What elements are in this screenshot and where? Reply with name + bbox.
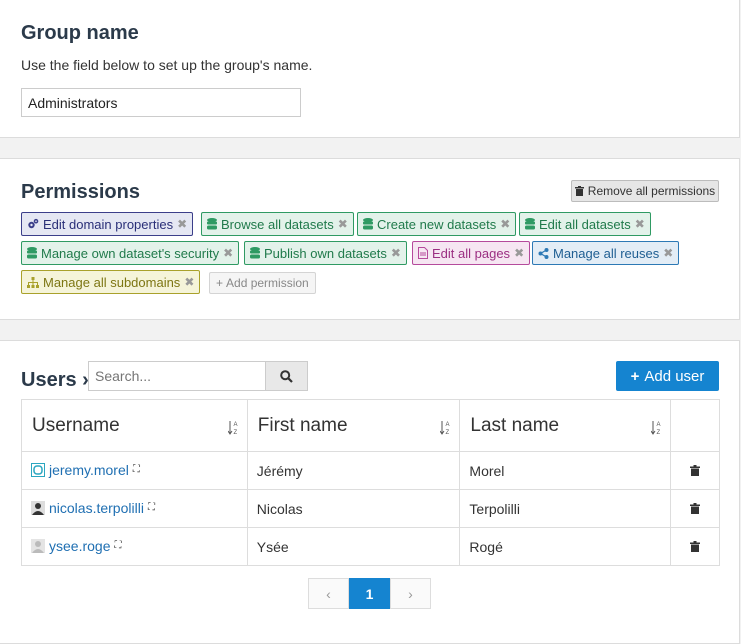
group-name-description: Use the field below to set up the group'… (21, 57, 313, 73)
trash-icon (574, 186, 584, 196)
share-icon (538, 247, 549, 259)
svg-text:Z: Z (446, 430, 450, 435)
user-link[interactable]: ysee.roge ⛶ (31, 538, 121, 554)
column-header-actions (670, 399, 720, 452)
sort-alpha-icon[interactable]: AZ (651, 420, 662, 435)
first-name-cell: Nicolas (246, 489, 461, 528)
first-name-cell: Jérémy (246, 451, 461, 490)
database-icon (250, 247, 260, 259)
trash-icon (690, 464, 701, 476)
sitemap-icon: ⛶ (132, 464, 140, 475)
database-icon (363, 218, 373, 230)
users-table: Username AZ First name AZ Last name AZ j… (21, 399, 720, 566)
svg-text:A: A (657, 422, 661, 428)
permission-tag-label: Browse all datasets (221, 216, 334, 232)
remove-icon[interactable]: ✖ (635, 217, 645, 231)
delete-user-button[interactable] (670, 451, 720, 490)
svg-text:A: A (446, 422, 450, 428)
permission-tag-label: Manage all subdomains (43, 274, 181, 290)
table-row: jeremy.morel ⛶ Jérémy Morel (21, 451, 720, 490)
permission-tag-edit-domain[interactable]: Edit domain properties ✖ (21, 212, 194, 236)
add-user-button[interactable]: + Add user (616, 361, 719, 391)
trash-icon (690, 540, 701, 552)
permission-tag-edit-datasets[interactable]: Edit all datasets ✖ (519, 212, 651, 236)
database-icon (525, 218, 535, 230)
permission-tag-label: Edit domain properties (43, 216, 174, 232)
avatar (31, 500, 45, 515)
permission-tag-browse-datasets[interactable]: Browse all datasets ✖ (201, 212, 354, 236)
permission-tag-manage-security[interactable]: Manage own dataset's security ✖ (21, 241, 240, 265)
database-icon (27, 247, 37, 259)
permission-tag-edit-pages[interactable]: Edit all pages ✖ (412, 241, 531, 265)
file-icon (418, 247, 428, 259)
permission-tag-manage-reuses[interactable]: Manage all reuses ✖ (532, 241, 680, 265)
group-name-title: Group name (21, 22, 139, 44)
table-row: nicolas.terpolilli ⛶ Nicolas Terpolilli (21, 489, 720, 528)
permission-tag-label: Edit all pages (432, 245, 511, 261)
delete-user-button[interactable] (670, 489, 720, 528)
pagination-page-current[interactable]: 1 (349, 578, 390, 609)
column-header-last-name[interactable]: Last name AZ (459, 399, 672, 452)
plus-icon: + (630, 367, 640, 385)
search-icon (280, 369, 293, 383)
user-link[interactable]: nicolas.terpolilli ⛶ (31, 500, 155, 516)
add-permission-label: Add permission (226, 276, 309, 290)
permission-tag-label: Create new datasets (377, 216, 497, 232)
table-row: ysee.roge ⛶ Ysée Rogé (21, 527, 720, 566)
permission-tag-label: Publish own datasets (264, 245, 387, 261)
permission-tag-label: Edit all datasets (539, 216, 631, 232)
permission-tag-publish-datasets[interactable]: Publish own datasets ✖ (244, 241, 407, 265)
remove-all-permissions-label: Remove all permissions (587, 184, 716, 198)
remove-icon[interactable]: ✖ (177, 217, 187, 231)
first-name-cell: Ysée (246, 527, 461, 566)
last-name-cell: Rogé (459, 527, 672, 566)
add-permission-button[interactable]: + Add permission (209, 272, 316, 294)
user-search-input[interactable] (88, 361, 266, 391)
sitemap-icon (27, 276, 39, 288)
permission-tag-label: Manage own dataset's security (41, 245, 220, 261)
remove-icon[interactable]: ✖ (338, 217, 348, 231)
user-link[interactable]: jeremy.morel ⛶ (31, 462, 140, 478)
permission-tag-label: Manage all reuses (553, 245, 660, 261)
remove-icon[interactable]: ✖ (514, 246, 524, 260)
remove-icon[interactable]: ✖ (663, 246, 673, 260)
svg-text:A: A (233, 422, 237, 428)
trash-icon (690, 502, 701, 514)
pagination-next-button[interactable]: › (390, 578, 431, 609)
sitemap-icon: ⛶ (114, 540, 122, 551)
permission-tag-manage-subdomains[interactable]: Manage all subdomains ✖ (21, 270, 201, 294)
sitemap-icon: ⛶ (147, 502, 155, 513)
database-icon (207, 218, 217, 230)
last-name-cell: Morel (459, 451, 672, 490)
search-button[interactable] (265, 361, 308, 391)
remove-icon[interactable]: ✖ (223, 246, 233, 260)
avatar (31, 538, 45, 553)
avatar (31, 462, 45, 477)
group-name-input[interactable] (21, 88, 301, 117)
sort-alpha-icon[interactable]: AZ (440, 420, 451, 435)
column-header-first-name[interactable]: First name AZ (246, 399, 461, 452)
remove-icon[interactable]: ✖ (391, 246, 401, 260)
sort-alpha-icon[interactable]: AZ (227, 420, 239, 435)
add-user-label: Add user (644, 367, 705, 385)
delete-user-button[interactable] (670, 527, 720, 566)
cogs-icon (28, 218, 39, 229)
column-header-username[interactable]: Username AZ (21, 399, 248, 452)
remove-all-permissions-button[interactable]: Remove all permissions (571, 180, 719, 202)
remove-icon[interactable]: ✖ (500, 217, 510, 231)
pagination: ‹ 1 › (308, 578, 431, 609)
remove-icon[interactable]: ✖ (184, 275, 194, 289)
last-name-cell: Terpolilli (459, 489, 672, 528)
users-title: Users › (21, 369, 89, 391)
pagination-prev-button[interactable]: ‹ (308, 578, 349, 609)
svg-text:Z: Z (657, 430, 661, 435)
permissions-title: Permissions (21, 181, 140, 203)
plus-icon: + (216, 276, 224, 290)
permission-tag-create-datasets[interactable]: Create new datasets ✖ (357, 212, 517, 236)
svg-text:Z: Z (233, 430, 237, 435)
